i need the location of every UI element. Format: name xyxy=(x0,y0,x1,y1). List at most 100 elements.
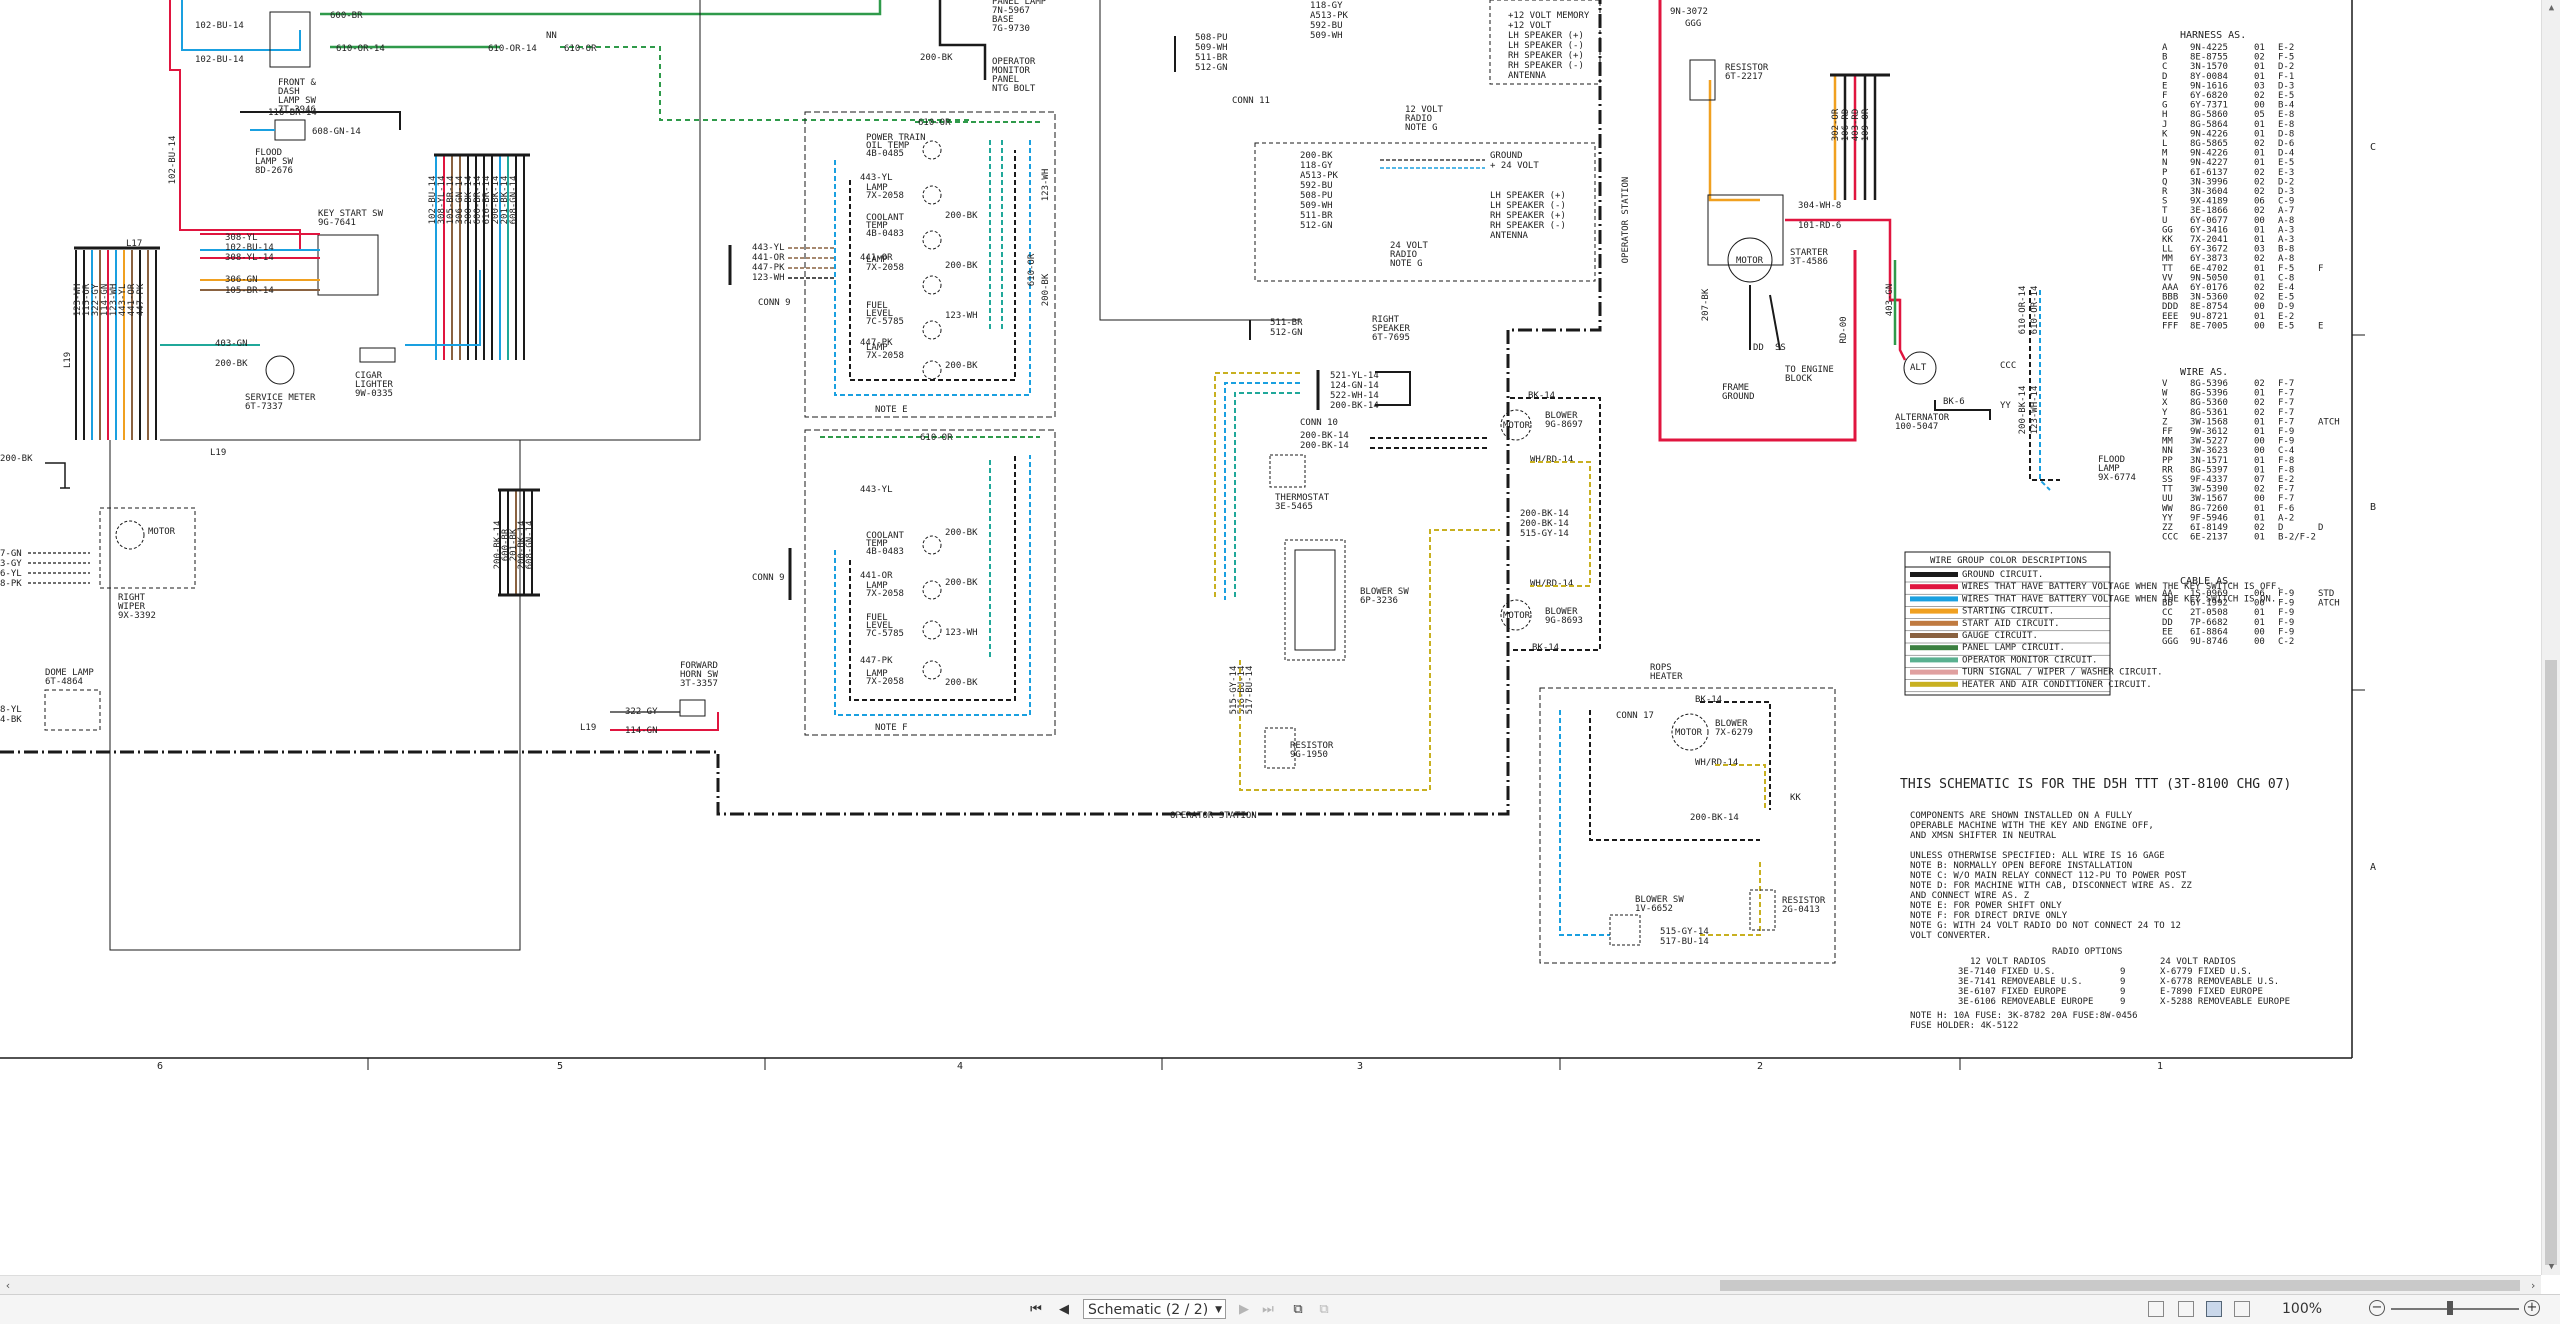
harness-row-zone: A-7 xyxy=(2278,206,2294,216)
wire-label: 608-GN-14 xyxy=(312,127,361,137)
wire-label: 512-GN xyxy=(1270,328,1303,338)
harness-row-zone: E-5 xyxy=(2278,293,2294,303)
wire-label: 116-BR-14 xyxy=(268,108,317,118)
cable-row-id: CC xyxy=(2162,608,2173,618)
horizontal-scroll-thumb[interactable] xyxy=(1720,1280,2520,1291)
harness-row-id: G xyxy=(2162,101,2167,111)
harness-row-part: 3E-1866 xyxy=(2190,206,2228,216)
resistor-a-label: 9G-1950 xyxy=(1290,750,1328,760)
wire-label: 521-YL-14 xyxy=(1330,371,1379,381)
wire-label: 441-OR xyxy=(860,571,893,581)
wire-label: 508-PU xyxy=(1195,33,1228,43)
previous-page-icon[interactable]: ◀ xyxy=(1056,1301,1072,1318)
wire-row-zone: D xyxy=(2278,523,2283,533)
cable-row-qty: 00 xyxy=(2254,637,2265,647)
wire-label: 403-GN xyxy=(215,339,248,349)
harness-row-zone: B-4 xyxy=(2278,101,2294,111)
starting-wire xyxy=(1708,80,1760,202)
wire-label: 101-RD-6 xyxy=(1798,221,1841,231)
gauge-sender-circle xyxy=(922,320,942,340)
operator-monitor-label: NTG BOLT xyxy=(992,84,1036,94)
zoom-out-icon[interactable]: − xyxy=(2369,1300,2385,1316)
zoom-slider-track[interactable] xyxy=(2391,1308,2519,1310)
compare-view-icon[interactable]: ⧉ xyxy=(1316,1301,1332,1318)
harness-row-id: A xyxy=(2162,43,2168,53)
wire-row-qty: 00 xyxy=(2254,446,2265,456)
radio-12v-title: 12 VOLT RADIOS xyxy=(1970,957,2046,967)
copy-view-icon[interactable]: ⧉ xyxy=(1290,1301,1306,1318)
harness-row-part: 6Y-7371 xyxy=(2190,101,2228,111)
blower-a-label: 9G-8697 xyxy=(1545,420,1583,430)
harness-row-id: K xyxy=(2162,129,2168,139)
zoom-slider-thumb[interactable] xyxy=(2447,1301,2453,1315)
wire-row-zone: F-7 xyxy=(2278,379,2294,389)
engine-block-label: BLOCK xyxy=(1785,374,1813,384)
wire-row-note: ATCH xyxy=(2318,417,2340,427)
gauge-sender-circle xyxy=(922,185,942,205)
service-meter-gauge xyxy=(265,355,295,385)
flood-lamp-switch-label: 8D-2676 xyxy=(255,166,293,176)
wire-label: +12 VOLT xyxy=(1508,21,1552,31)
wire-label: 8-PK xyxy=(0,579,22,589)
continuous-view-icon[interactable] xyxy=(2178,1301,2194,1317)
next-page-icon[interactable]: ▶ xyxy=(1236,1301,1252,1318)
harness-row-zone: E-8 xyxy=(2278,120,2294,130)
wire-label: BK-14 xyxy=(1695,695,1722,705)
harness-row-part: 6Y-3873 xyxy=(2190,254,2228,264)
page-selector[interactable]: Schematic (2 / 2) ▼ xyxy=(1083,1299,1226,1319)
wire-label: 200-BK xyxy=(945,578,978,588)
vertical-scrollbar[interactable]: ▲ ▼ xyxy=(2541,0,2560,1275)
blower-switch-b-label: 1V-6652 xyxy=(1635,904,1673,914)
wire-label: 447-PK xyxy=(860,338,893,348)
harness-row-part: 6Y-0176 xyxy=(2190,283,2228,293)
wire-row-id: CCC xyxy=(2162,533,2178,543)
scroll-left-arrow-icon[interactable]: ‹ xyxy=(0,1276,16,1295)
zone-number-label: 1 xyxy=(2157,1061,2163,1072)
wire-label: 105-BR-14 xyxy=(225,286,274,296)
vertical-scroll-thumb[interactable] xyxy=(2545,660,2557,1265)
two-page-view-icon[interactable] xyxy=(2206,1301,2222,1317)
wire-label: 608-GN-14 xyxy=(525,521,535,570)
wire-row-zone: F-6 xyxy=(2278,504,2294,514)
radio-24v-title: 24 VOLT RADIOS xyxy=(2160,957,2236,967)
wire-label: 608-GN-14 xyxy=(509,176,519,225)
legend-swatch xyxy=(1910,608,1958,614)
scroll-up-arrow-icon[interactable]: ▲ xyxy=(2542,0,2560,16)
radio-12v-code: 9 xyxy=(2120,977,2125,987)
component-label: MOTOR xyxy=(1503,421,1531,431)
blower-switch-label: 6P-3236 xyxy=(1360,596,1398,606)
gauge-sender-circle xyxy=(922,230,942,250)
fit-width-icon[interactable] xyxy=(2234,1301,2250,1317)
wire-label: 118-GY xyxy=(1310,1,1343,11)
wire-label: 447-PK xyxy=(860,656,893,666)
cable-row-qty: 00 xyxy=(2254,627,2265,637)
wire-label: 200-BK xyxy=(945,261,978,271)
harness-row-zone: A-8 xyxy=(2278,254,2294,264)
legend-item-text: PANEL LAMP CIRCUIT. xyxy=(1962,643,2065,653)
key-on-wire xyxy=(1224,382,1300,600)
harness-row-qty: 00 xyxy=(2254,101,2265,111)
dome-lamp-box xyxy=(44,689,101,731)
radio-24v-item: X-6779 FIXED U.S. xyxy=(2160,967,2252,977)
scroll-right-arrow-icon[interactable]: › xyxy=(2525,1276,2541,1295)
gauge-label: 7C-5785 xyxy=(866,629,904,639)
wire-label: 3-GY xyxy=(0,559,22,569)
scroll-down-arrow-icon[interactable]: ▼ xyxy=(2542,1259,2560,1275)
wire-row-id: ZZ xyxy=(2162,523,2173,533)
wire-label: LH SPEAKER (-) xyxy=(1490,201,1566,211)
first-page-icon[interactable]: ⏮ xyxy=(1028,1301,1044,1318)
blower-switch-box xyxy=(1284,539,1346,661)
panel-lamp-wire xyxy=(560,46,970,121)
horizontal-scrollbar[interactable]: ‹ › xyxy=(0,1275,2541,1295)
last-page-icon[interactable]: ⏭ xyxy=(1260,1301,1276,1318)
wire-row-id: W xyxy=(2162,389,2168,399)
harness-row-qty: 00 xyxy=(2254,216,2265,226)
wire-row-qty: 02 xyxy=(2254,485,2265,495)
wire-label: 114-GN xyxy=(625,726,658,736)
wire-row-zone: F-7 xyxy=(2278,417,2294,427)
harness-row-part: 8G-5865 xyxy=(2190,139,2228,149)
single-page-view-icon[interactable] xyxy=(2148,1301,2164,1317)
wire-row-zone: E-2 xyxy=(2278,475,2294,485)
zone-number-label: 6 xyxy=(157,1061,163,1072)
zoom-in-icon[interactable]: + xyxy=(2524,1300,2540,1316)
